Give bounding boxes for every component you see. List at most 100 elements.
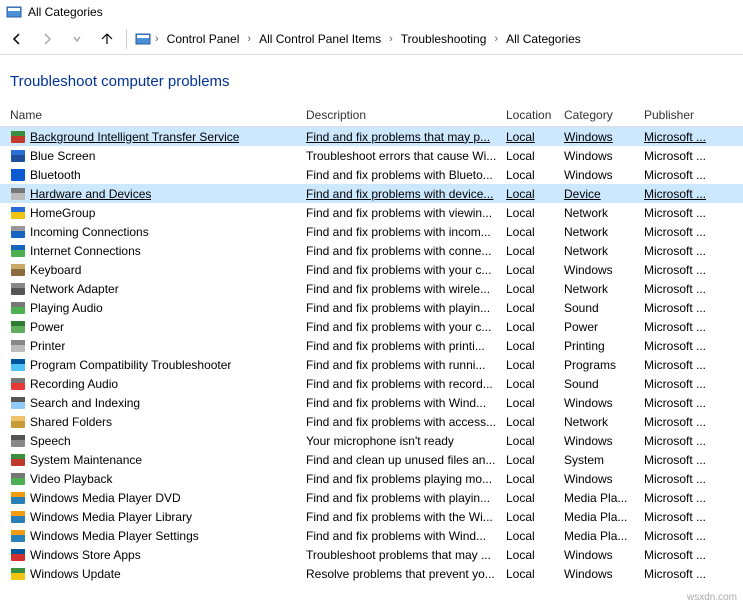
back-button[interactable]	[6, 28, 28, 50]
row-description: Find and fix problems with device...	[306, 187, 506, 201]
row-publisher: Microsoft ...	[644, 244, 743, 258]
col-location-header[interactable]: Location	[506, 108, 564, 122]
table-row[interactable]: Search and Indexing Find and fix problems…	[0, 393, 743, 412]
col-category-header[interactable]: Category	[564, 108, 644, 122]
table-row[interactable]: Windows Media Player DVDFind and fix pro…	[0, 488, 743, 507]
row-location: Local	[506, 434, 564, 448]
table-row[interactable]: Windows Media Player LibraryFind and fix…	[0, 507, 743, 526]
row-publisher: Microsoft ...	[644, 396, 743, 410]
table-row[interactable]: HomeGroupFind and fix problems with view…	[0, 203, 743, 222]
row-description: Resolve problems that prevent yo...	[306, 567, 506, 581]
table-row[interactable]: BluetoothFind and fix problems with Blue…	[0, 165, 743, 184]
breadcrumb-item[interactable]: Troubleshooting	[397, 30, 491, 48]
table-row[interactable]: Hardware and DevicesFind and fix problem…	[0, 184, 743, 203]
table-row[interactable]: SpeechYour microphone isn't readyLocalWi…	[0, 431, 743, 450]
row-category: Media Pla...	[564, 510, 644, 524]
row-description: Find and fix problems with viewin...	[306, 206, 506, 220]
row-location: Local	[506, 149, 564, 163]
row-category: Programs	[564, 358, 644, 372]
troubleshooter-icon	[10, 452, 26, 468]
table-row[interactable]: Windows UpdateResolve problems that prev…	[0, 564, 743, 583]
row-publisher: Microsoft ...	[644, 263, 743, 277]
row-description: Troubleshoot errors that cause Wi...	[306, 149, 506, 163]
row-category: System	[564, 453, 644, 467]
row-name: Video Playback	[30, 472, 113, 486]
breadcrumb-item[interactable]: Control Panel	[163, 30, 244, 48]
troubleshooter-icon	[10, 433, 26, 449]
chevron-right-icon[interactable]: ›	[387, 33, 395, 45]
row-name: Search and Indexing	[30, 396, 140, 410]
chevron-right-icon[interactable]: ›	[492, 33, 500, 45]
table-row[interactable]: Blue ScreenTroubleshoot errors that caus…	[0, 146, 743, 165]
table-row[interactable]: Windows Media Player SettingsFind and fi…	[0, 526, 743, 545]
chevron-right-icon[interactable]: ›	[153, 33, 161, 45]
address-bar[interactable]: › Control Panel › All Control Panel Item…	[135, 30, 737, 48]
row-publisher: Microsoft ...	[644, 206, 743, 220]
table-row[interactable]: KeyboardFind and fix problems with your …	[0, 260, 743, 279]
control-panel-icon	[6, 4, 22, 20]
row-location: Local	[506, 339, 564, 353]
table-row[interactable]: Network AdapterFind and fix problems wit…	[0, 279, 743, 298]
row-category: Media Pla...	[564, 491, 644, 505]
table-row[interactable]: PrinterFind and fix problems with printi…	[0, 336, 743, 355]
forward-button[interactable]	[36, 28, 58, 50]
row-publisher: Microsoft ...	[644, 510, 743, 524]
row-publisher: Microsoft ...	[644, 225, 743, 239]
table-row[interactable]: Windows Store AppsTroubleshoot problems …	[0, 545, 743, 564]
row-description: Troubleshoot problems that may ...	[306, 548, 506, 562]
row-name: Power	[30, 320, 64, 334]
row-name: Windows Media Player Library	[30, 510, 192, 524]
breadcrumb-item[interactable]: All Control Panel Items	[255, 30, 385, 48]
row-publisher: Microsoft ...	[644, 320, 743, 334]
up-button[interactable]	[96, 28, 118, 50]
row-category: Network	[564, 206, 644, 220]
troubleshooter-icon	[10, 224, 26, 240]
row-description: Find and fix problems with Wind...	[306, 396, 506, 410]
table-row[interactable]: Program Compatibility TroubleshooterFind…	[0, 355, 743, 374]
watermark: wsxdn.com	[687, 592, 737, 603]
table-row[interactable]: Internet ConnectionsFind and fix problem…	[0, 241, 743, 260]
row-publisher: Microsoft ...	[644, 434, 743, 448]
troubleshooter-icon	[10, 281, 26, 297]
troubleshooter-icon	[10, 205, 26, 221]
row-publisher: Microsoft ...	[644, 377, 743, 391]
table-row[interactable]: Recording AudioFind and fix problems wit…	[0, 374, 743, 393]
table-row[interactable]: Incoming ConnectionsFind and fix problem…	[0, 222, 743, 241]
separator	[126, 29, 127, 49]
row-location: Local	[506, 472, 564, 486]
table-row[interactable]: System MaintenanceFind and clean up unus…	[0, 450, 743, 469]
row-category: Sound	[564, 377, 644, 391]
page-title: Troubleshoot computer problems	[0, 55, 743, 104]
table-row[interactable]: Playing AudioFind and fix problems with …	[0, 298, 743, 317]
table-row[interactable]: PowerFind and fix problems with your c..…	[0, 317, 743, 336]
row-category: Windows	[564, 263, 644, 277]
table-row[interactable]: Background Intelligent Transfer ServiceF…	[0, 127, 743, 146]
row-name: System Maintenance	[30, 453, 142, 467]
row-publisher: Microsoft ...	[644, 567, 743, 581]
row-name: Bluetooth	[30, 168, 81, 182]
window-title: All Categories	[28, 5, 103, 19]
row-category: Windows	[564, 130, 644, 144]
row-location: Local	[506, 567, 564, 581]
row-location: Local	[506, 168, 564, 182]
troubleshooter-icon	[10, 186, 26, 202]
row-description: Find and fix problems with incom...	[306, 225, 506, 239]
row-name: Speech	[30, 434, 71, 448]
table-row[interactable]: Shared FoldersFind and fix problems with…	[0, 412, 743, 431]
row-category: Windows	[564, 434, 644, 448]
row-description: Find and fix problems with printi...	[306, 339, 506, 353]
row-category: Windows	[564, 396, 644, 410]
recent-dropdown[interactable]	[66, 28, 88, 50]
row-category: Network	[564, 415, 644, 429]
col-name-header[interactable]: Name	[0, 108, 306, 122]
breadcrumb-item[interactable]: All Categories	[502, 30, 585, 48]
table-row[interactable]: Video PlaybackFind and fix problems play…	[0, 469, 743, 488]
row-location: Local	[506, 206, 564, 220]
row-publisher: Microsoft ...	[644, 168, 743, 182]
chevron-right-icon[interactable]: ›	[245, 33, 253, 45]
troubleshooter-icon	[10, 395, 26, 411]
row-category: Windows	[564, 472, 644, 486]
row-description: Find and fix problems with access...	[306, 415, 506, 429]
col-description-header[interactable]: Description	[306, 108, 506, 122]
col-publisher-header[interactable]: Publisher	[644, 108, 743, 122]
